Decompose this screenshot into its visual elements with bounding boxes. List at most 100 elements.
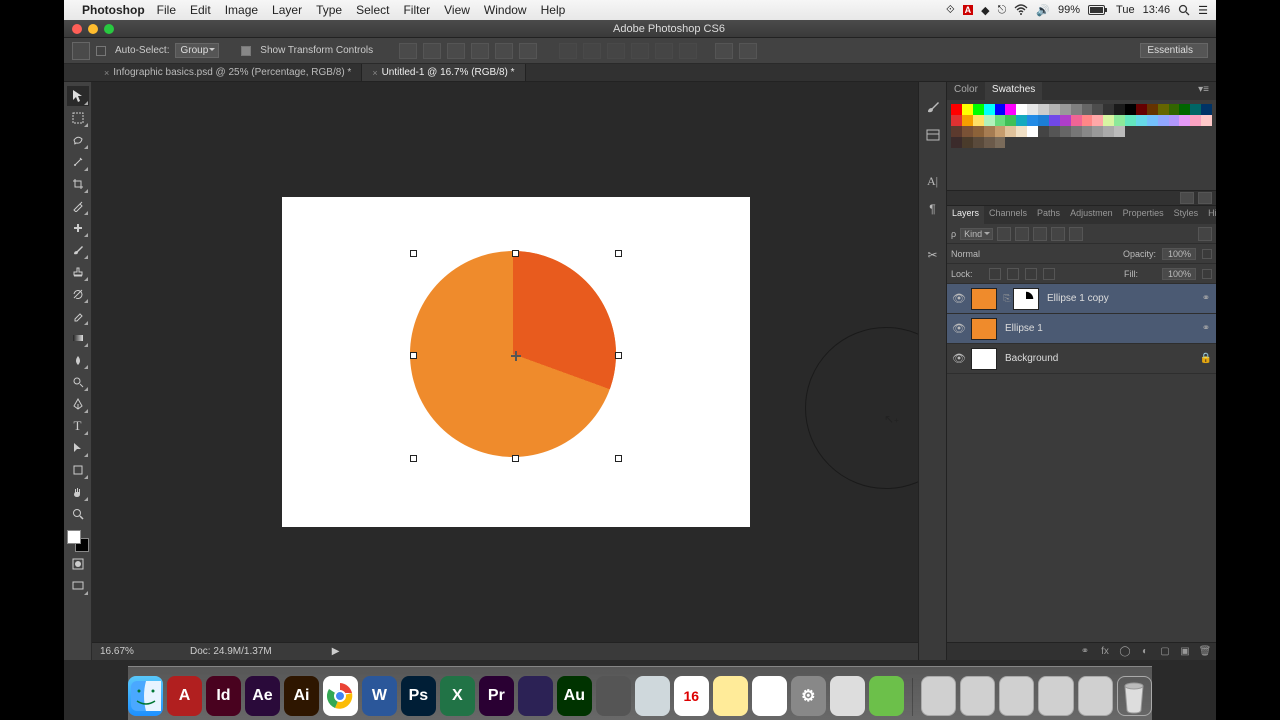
swatch-cell[interactable] bbox=[1158, 115, 1169, 126]
swatch-cell[interactable] bbox=[1016, 137, 1027, 148]
swatch-cell[interactable] bbox=[1190, 137, 1201, 148]
swatch-cell[interactable] bbox=[1136, 115, 1147, 126]
swatch-cell[interactable] bbox=[995, 115, 1006, 126]
swatch-cell[interactable] bbox=[1060, 126, 1071, 137]
swatch-cell[interactable] bbox=[1114, 104, 1125, 115]
align-top-icon[interactable] bbox=[399, 43, 417, 59]
history-tab[interactable]: History bbox=[1203, 206, 1216, 224]
distribute-3-icon[interactable] bbox=[607, 43, 625, 59]
dock-app-acrobat[interactable]: A bbox=[167, 676, 202, 716]
swatch-cell[interactable] bbox=[1179, 137, 1190, 148]
type-tool[interactable]: T bbox=[67, 416, 89, 436]
swatch-cell[interactable] bbox=[995, 126, 1006, 137]
adobe-icon[interactable]: A bbox=[963, 5, 974, 15]
dock-window-icon[interactable] bbox=[999, 676, 1034, 716]
swatch-cell[interactable] bbox=[1201, 104, 1212, 115]
new-layer-icon[interactable]: ▣ bbox=[1178, 646, 1192, 658]
swatch-cell[interactable] bbox=[1071, 115, 1082, 126]
brush-presets-icon[interactable] bbox=[924, 126, 942, 144]
minimize-window-button[interactable] bbox=[88, 24, 98, 34]
character-panel-icon[interactable]: A| bbox=[924, 172, 942, 190]
transform-handle[interactable] bbox=[512, 250, 519, 257]
channels-tab[interactable]: Channels bbox=[984, 206, 1032, 224]
auto-align-icon[interactable] bbox=[715, 43, 733, 59]
layers-list[interactable]: 👁⎘Ellipse 1 copy⚭👁Ellipse 1⚭👁Background🔒 bbox=[947, 284, 1216, 642]
crop-tool[interactable] bbox=[67, 174, 89, 194]
layer-row[interactable]: 👁⎘Ellipse 1 copy⚭ bbox=[947, 284, 1216, 314]
swatch-cell[interactable] bbox=[1147, 137, 1158, 148]
auto-select-checkbox[interactable] bbox=[96, 46, 106, 56]
swatch-cell[interactable] bbox=[962, 104, 973, 115]
swatch-cell[interactable] bbox=[1158, 104, 1169, 115]
swatch-cell[interactable] bbox=[951, 137, 962, 148]
dock-app-imovie[interactable] bbox=[596, 676, 631, 716]
dock-trash-icon[interactable] bbox=[1117, 676, 1152, 716]
swatch-cell[interactable] bbox=[1060, 137, 1071, 148]
swatch-cell[interactable] bbox=[984, 126, 995, 137]
dock-app-photoshop[interactable]: Ps bbox=[401, 676, 436, 716]
swatch-cell[interactable] bbox=[973, 126, 984, 137]
color-tab[interactable]: Color bbox=[947, 82, 985, 100]
battery-icon[interactable] bbox=[1088, 5, 1108, 15]
tools-panel[interactable]: T bbox=[64, 82, 92, 660]
canvas-area[interactable]: ↖+ 16.67% Doc: 24.9M/1.37M ▶ bbox=[92, 82, 918, 660]
marquee-tool[interactable] bbox=[67, 108, 89, 128]
swatches-grid[interactable] bbox=[947, 100, 1216, 152]
layer-row[interactable]: 👁Background🔒 bbox=[947, 344, 1216, 374]
opacity-value[interactable]: 100% bbox=[1162, 248, 1196, 260]
dock-folder-icon[interactable] bbox=[921, 676, 956, 716]
fill-value[interactable]: 100% bbox=[1162, 268, 1196, 280]
group-icon[interactable]: ▢ bbox=[1158, 646, 1172, 658]
workspace-selector[interactable]: Essentials bbox=[1140, 43, 1208, 58]
visibility-toggle-icon[interactable]: 👁 bbox=[947, 292, 971, 305]
delete-swatch-icon[interactable] bbox=[1198, 192, 1212, 204]
transform-handle[interactable] bbox=[410, 455, 417, 462]
tool-presets-icon[interactable]: ✂ bbox=[924, 246, 942, 264]
swatch-cell[interactable] bbox=[1038, 126, 1049, 137]
creative-cloud-icon[interactable]: ⟐ bbox=[946, 4, 955, 17]
swatch-cell[interactable] bbox=[1016, 115, 1027, 126]
transform-handle[interactable] bbox=[615, 250, 622, 257]
distribute-1-icon[interactable] bbox=[559, 43, 577, 59]
swatch-cell[interactable] bbox=[1179, 115, 1190, 126]
wand-tool[interactable] bbox=[67, 152, 89, 172]
menu-file[interactable]: File bbox=[157, 3, 176, 17]
swatch-cell[interactable] bbox=[1005, 126, 1016, 137]
blend-mode-dropdown[interactable]: Normal bbox=[951, 249, 1021, 259]
swatch-cell[interactable] bbox=[1190, 104, 1201, 115]
menu-view[interactable]: View bbox=[444, 3, 470, 17]
lock-all-icon[interactable] bbox=[1043, 268, 1055, 280]
swatch-cell[interactable] bbox=[1027, 137, 1038, 148]
swatch-cell[interactable] bbox=[1201, 115, 1212, 126]
foreground-background-colors[interactable] bbox=[67, 530, 89, 552]
dock-app-aftereffects[interactable]: Ae bbox=[245, 676, 280, 716]
dock-screen-icon[interactable] bbox=[1078, 676, 1113, 716]
wifi-icon[interactable] bbox=[1014, 4, 1028, 16]
swatch-cell[interactable] bbox=[1049, 104, 1060, 115]
blur-tool[interactable] bbox=[67, 350, 89, 370]
lasso-tool[interactable] bbox=[67, 130, 89, 150]
swatch-cell[interactable] bbox=[951, 104, 962, 115]
mask-icon[interactable]: ◯ bbox=[1118, 646, 1132, 658]
filter-smart-icon[interactable] bbox=[1069, 227, 1083, 241]
document-tabs[interactable]: × Infographic basics.psd @ 25% (Percenta… bbox=[64, 64, 1216, 82]
layer-thumbnail[interactable] bbox=[971, 348, 997, 370]
menu-help[interactable]: Help bbox=[541, 3, 566, 17]
distribute-4-icon[interactable] bbox=[631, 43, 649, 59]
visibility-toggle-icon[interactable]: 👁 bbox=[947, 352, 971, 365]
swatch-cell[interactable] bbox=[1136, 104, 1147, 115]
document-tab[interactable]: × Infographic basics.psd @ 25% (Percenta… bbox=[94, 64, 362, 81]
pen-tool[interactable] bbox=[67, 394, 89, 414]
opacity-slider-icon[interactable] bbox=[1202, 249, 1212, 259]
swatch-cell[interactable] bbox=[1016, 126, 1027, 137]
dock-app-audition[interactable]: Au bbox=[557, 676, 592, 716]
swatches-tab[interactable]: Swatches bbox=[985, 82, 1042, 100]
swatch-cell[interactable] bbox=[1125, 104, 1136, 115]
swatch-cell[interactable] bbox=[1201, 137, 1212, 148]
zoom-level[interactable]: 16.67% bbox=[100, 646, 150, 657]
swatch-cell[interactable] bbox=[1092, 126, 1103, 137]
swatch-cell[interactable] bbox=[973, 104, 984, 115]
dock-app-settings[interactable]: ⚙ bbox=[791, 676, 826, 716]
align-bottom-icon[interactable] bbox=[447, 43, 465, 59]
swatch-cell[interactable] bbox=[1158, 137, 1169, 148]
